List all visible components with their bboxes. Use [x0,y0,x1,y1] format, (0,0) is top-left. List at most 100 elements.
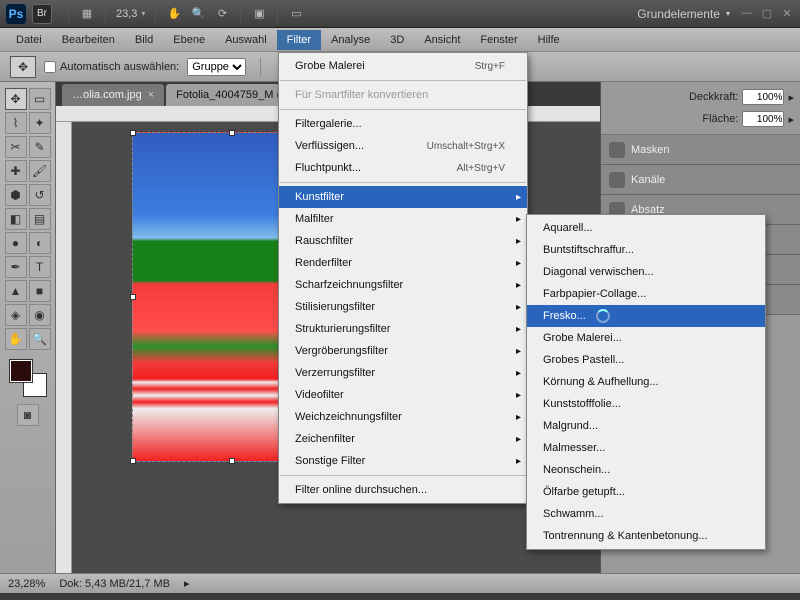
menuitem[interactable]: Grobe Malerei... [527,327,765,349]
menu-3d[interactable]: 3D [380,30,414,50]
menuitem[interactable]: Fresko... [527,305,765,327]
toolbox: ✥▭ ⌇✦ ✂✎ ✚🖌 ⬢↺ ◧▤ ●◐ ✒T ▲■ ◈◉ ✋🔍 ◙ [0,82,56,573]
menuitem[interactable]: Aquarell... [527,217,765,239]
fill-input[interactable] [742,111,784,127]
screen-mode-icon[interactable]: ▭ [286,4,306,24]
magic-wand-tool[interactable]: ✦ [29,112,51,134]
workspace-selector[interactable]: Grundelemente [637,7,730,21]
menuitem[interactable]: Verflüssigen...Umschalt+Strg+X [279,135,527,157]
menu-filter[interactable]: Filter [277,30,321,50]
3d-tool[interactable]: ◈ [5,304,27,326]
auto-select-checkbox[interactable]: Automatisch auswählen: [44,61,179,73]
opacity-input[interactable] [742,89,784,105]
menuitem[interactable]: Grobe MalereiStrg+F [279,55,527,77]
menu-fenster[interactable]: Fenster [470,30,527,50]
blur-tool[interactable]: ● [5,232,27,254]
menu-hilfe[interactable]: Hilfe [528,30,570,50]
menuitem[interactable]: Renderfilter [279,252,527,274]
rotate-view-icon[interactable]: ⟳ [212,4,232,24]
menuitem[interactable]: Vergröberungsfilter [279,340,527,362]
close-icon[interactable]: × [148,89,154,101]
brush-tool[interactable]: 🖌 [29,160,51,182]
history-brush-tool[interactable]: ↺ [29,184,51,206]
menuitem[interactable]: Rauschfilter [279,230,527,252]
lasso-tool[interactable]: ⌇ [5,112,27,134]
bridge-icon[interactable]: Br [32,4,52,24]
move-tool[interactable]: ✥ [5,88,27,110]
menu-auswahl[interactable]: Auswahl [215,30,277,50]
menuitem[interactable]: Malmesser... [527,437,765,459]
menu-datei[interactable]: Datei [6,30,52,50]
quickmask-tool[interactable]: ◙ [17,404,39,426]
menuitem[interactable]: Verzerrungsfilter [279,362,527,384]
menuitem[interactable]: Ölfarbe getupft... [527,481,765,503]
fill-label: Fläche: [702,113,738,125]
menuitem[interactable]: Videofilter [279,384,527,406]
panel-kanäle[interactable]: Kanäle [601,165,800,195]
arrange-docs-icon[interactable]: ▣ [249,4,269,24]
menuitem[interactable]: Neonschein... [527,459,765,481]
menuitem[interactable]: Filter online durchsuchen... [279,479,527,501]
menuitem[interactable]: Fluchtpunkt...Alt+Strg+V [279,157,527,179]
status-zoom[interactable]: 23,28% [8,578,45,590]
color-swatches[interactable] [10,360,46,396]
eraser-tool[interactable]: ◧ [5,208,27,230]
chevron-down-icon[interactable]: ▸ [788,91,794,104]
menuitem[interactable]: Sonstige Filter [279,450,527,472]
3d-camera-tool[interactable]: ◉ [29,304,51,326]
gradient-tool[interactable]: ▤ [29,208,51,230]
marquee-tool[interactable]: ▭ [29,88,51,110]
menuitem[interactable]: Stilisierungsfilter [279,296,527,318]
menuitem[interactable]: Zeichenfilter [279,428,527,450]
shape-tool[interactable]: ■ [29,280,51,302]
menu-bild[interactable]: Bild [125,30,163,50]
close-icon[interactable]: ✕ [780,7,794,20]
menuitem[interactable]: Tontrennung & Kantenbetonung... [527,525,765,547]
menu-ansicht[interactable]: Ansicht [414,30,470,50]
panel-masken[interactable]: Masken [601,135,800,165]
menuitem[interactable]: Farbpapier-Collage... [527,283,765,305]
stamp-tool[interactable]: ⬢ [5,184,27,206]
menuitem[interactable]: Kunstfilter [279,186,527,208]
menu-analyse[interactable]: Analyse [321,30,380,50]
launch-bridge-icon[interactable]: ▦ [77,4,97,24]
current-tool-move-icon[interactable]: ✥ [10,56,36,78]
maximize-icon[interactable]: ▢ [760,7,774,20]
menuitem[interactable]: Weichzeichnungsfilter [279,406,527,428]
heal-tool[interactable]: ✚ [5,160,27,182]
menuitem[interactable]: Malfilter [279,208,527,230]
menu-ebene[interactable]: Ebene [163,30,215,50]
menuitem[interactable]: Buntstiftschraffur... [527,239,765,261]
hand-tool-icon[interactable]: ✋ [164,4,184,24]
type-tool[interactable]: T [29,256,51,278]
menuitem[interactable]: Schwamm... [527,503,765,525]
crop-tool[interactable]: ✂ [5,136,27,158]
auto-select-mode[interactable]: Gruppe [187,58,246,76]
menuitem[interactable]: Kunststofffolie... [527,393,765,415]
menuitem[interactable]: Diagonal verwischen... [527,261,765,283]
pen-tool[interactable]: ✒ [5,256,27,278]
doc-tab[interactable]: …olia.com.jpg× [62,84,164,106]
dodge-tool[interactable]: ◐ [29,232,51,254]
status-doc-size[interactable]: Dok: 5,43 MB/21,7 MB [59,578,170,590]
chevron-right-icon[interactable]: ▸ [184,577,190,590]
top-zoom-select[interactable]: 23,3 [116,8,145,20]
hand-tool[interactable]: ✋ [5,328,27,350]
menuitem: Für Smartfilter konvertieren [279,84,527,106]
foreground-swatch[interactable] [10,360,32,382]
menuitem[interactable]: Grobes Pastell... [527,349,765,371]
panel-icon [609,172,625,188]
chevron-down-icon[interactable]: ▸ [788,113,794,126]
zoom-tool-icon[interactable]: 🔍 [188,4,208,24]
menuitem[interactable]: Scharfzeichnungsfilter [279,274,527,296]
zoom-tool[interactable]: 🔍 [29,328,51,350]
loading-spinner-icon [596,309,610,323]
menu-bearbeiten[interactable]: Bearbeiten [52,30,125,50]
menuitem[interactable]: Filtergalerie... [279,113,527,135]
menuitem[interactable]: Körnung & Aufhellung... [527,371,765,393]
minimize-icon[interactable]: — [740,7,754,20]
menuitem[interactable]: Malgrund... [527,415,765,437]
path-select-tool[interactable]: ▲ [5,280,27,302]
menuitem[interactable]: Strukturierungsfilter [279,318,527,340]
eyedropper-tool[interactable]: ✎ [29,136,51,158]
